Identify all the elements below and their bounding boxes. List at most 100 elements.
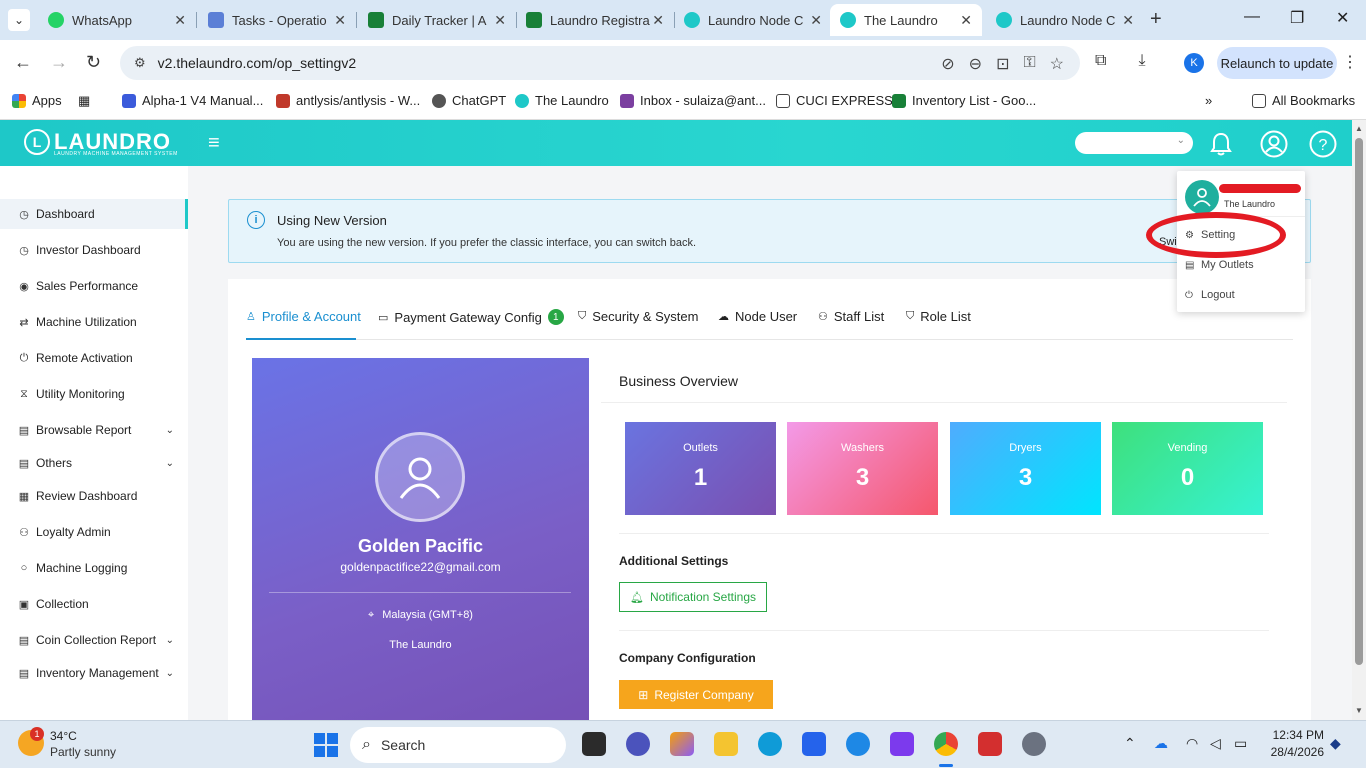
menu-item-setting[interactable]: ⚙ Setting	[1185, 229, 1235, 241]
teams-app-icon[interactable]	[626, 732, 650, 756]
menu-item-logout[interactable]: ⏻ Logout	[1185, 289, 1235, 301]
maximize-icon[interactable]: ❐	[1290, 8, 1304, 28]
app-icon[interactable]	[890, 732, 914, 756]
download-icon[interactable]: ⤓	[1138, 52, 1145, 70]
minimize-icon[interactable]: —	[1244, 8, 1260, 26]
sidebar-item-machine-utilization[interactable]: ⇄ Machine Utilization	[0, 307, 188, 337]
new-tab-icon[interactable]: +	[1150, 8, 1162, 31]
wps-app-icon[interactable]	[978, 732, 1002, 756]
grid-icon[interactable]: ▦	[78, 93, 90, 109]
bookmark-antlysis[interactable]: antlysis/antlysis - W...	[276, 93, 420, 108]
tracking-off-icon[interactable]: ⊘	[941, 54, 954, 74]
sidebar-item-browsable-report[interactable]: ▤ Browsable Report ⌄	[0, 415, 188, 445]
sidebar-item-machine-logging[interactable]: ○ Machine Logging	[0, 553, 188, 583]
tab-node-user[interactable]: ☁ Node User	[718, 309, 797, 324]
sidebar-item-others[interactable]: ▤ Others ⌄	[0, 448, 188, 478]
more-bookmarks-icon[interactable]: »	[1205, 93, 1212, 108]
bookmark-inbox[interactable]: Inbox - sulaiza@ant...	[620, 93, 766, 108]
browser-tab-laundro-registra[interactable]: Laundro Registra ✕	[516, 4, 674, 36]
password-key-icon[interactable]: ⚿	[1023, 54, 1035, 74]
gear-icon[interactable]	[1022, 732, 1046, 756]
close-tab-icon[interactable]: ✕	[810, 12, 822, 29]
terminal-app-icon[interactable]	[582, 732, 606, 756]
notification-bell-icon[interactable]: ◆	[1330, 735, 1341, 752]
notification-bell-icon[interactable]	[1206, 129, 1236, 159]
sidebar-item-utility-monitoring[interactable]: ⧖ Utility Monitoring	[0, 379, 188, 409]
switch-back-button[interactable]: Swi	[1159, 236, 1177, 248]
windows-start-icon[interactable]	[314, 733, 338, 757]
forward-icon[interactable]: →	[50, 52, 68, 73]
extensions-icon[interactable]: ⧉	[1095, 52, 1106, 70]
scroll-down-icon[interactable]: ▼	[1355, 706, 1363, 715]
scrollbar-thumb[interactable]	[1355, 138, 1363, 665]
sidebar-item-sales-performance[interactable]: ◉ Sales Performance	[0, 271, 188, 301]
tab-search-icon[interactable]: ⌄	[8, 9, 30, 31]
edge-browser-icon[interactable]	[758, 732, 782, 756]
tab-security-system[interactable]: ⛉ Security & System	[578, 309, 698, 324]
relaunch-button[interactable]: Relaunch to update	[1217, 47, 1337, 79]
browser-menu-icon[interactable]: ⋮	[1342, 52, 1358, 72]
taskbar-search[interactable]: ⌕ Search	[350, 727, 566, 763]
browser-tab-the-laundro[interactable]: The Laundro ✕	[830, 4, 982, 36]
close-tab-icon[interactable]: ✕	[960, 12, 972, 29]
register-company-button[interactable]: ⊞ Register Company	[619, 680, 773, 709]
zoom-icon[interactable]: ⊖	[969, 54, 982, 74]
laundro-logo[interactable]: L LAUNDRO LAUNDRY MACHINE MANAGEMENT SYS…	[24, 129, 177, 157]
bookmark-alpha1[interactable]: Alpha-1 V4 Manual...	[122, 93, 263, 108]
bookmark-cuci-express[interactable]: CUCI EXPRESS	[776, 93, 893, 108]
browser-tab-daily-tracker[interactable]: Daily Tracker | A ✕	[358, 4, 516, 36]
hamburger-menu-icon[interactable]: ≡	[208, 132, 220, 155]
user-account-icon[interactable]	[1259, 129, 1289, 159]
bookmark-apps[interactable]: Apps	[12, 93, 62, 108]
close-tab-icon[interactable]: ✕	[174, 12, 186, 29]
volume-icon[interactable]: ◁	[1210, 735, 1221, 752]
bookmark-inventory-list[interactable]: Inventory List - Goo...	[892, 93, 1036, 108]
bookmark-chatgpt[interactable]: ChatGPT	[432, 93, 506, 108]
browser-tab-laundro-node-2[interactable]: Laundro Node C ✕	[986, 4, 1144, 36]
install-icon[interactable]: ⊡	[996, 54, 1009, 74]
reload-icon[interactable]: ↻	[86, 52, 101, 73]
sidebar-item-coin-collection-report[interactable]: ▤ Coin Collection Report ⌄	[0, 625, 188, 655]
close-tab-icon[interactable]: ✕	[334, 12, 346, 29]
copilot-app-icon[interactable]	[670, 732, 694, 756]
chrome-app-icon[interactable]	[934, 732, 958, 756]
sidebar-item-inventory-management[interactable]: ▤ Inventory Management ⌄	[0, 658, 188, 688]
sidebar-item-investor-dashboard[interactable]: ◷ Investor Dashboard	[0, 235, 188, 265]
menu-item-my-outlets[interactable]: ▤ My Outlets	[1185, 259, 1254, 271]
sidebar-item-review-dashboard[interactable]: ▦ Review Dashboard	[0, 481, 188, 511]
sidebar-item-collection[interactable]: ▣ Collection	[0, 589, 188, 619]
sidebar-item-remote-activation[interactable]: ⏻ Remote Activation	[0, 343, 188, 373]
taskbar-date[interactable]: 28/4/2026	[1260, 745, 1324, 759]
page-scrollbar[interactable]: ▲ ▼	[1352, 120, 1366, 720]
scroll-up-icon[interactable]: ▲	[1355, 124, 1363, 133]
wifi-icon[interactable]: ◠	[1186, 735, 1198, 752]
tab-role-list[interactable]: ⛉ Role List	[906, 309, 971, 324]
help-icon[interactable]: ?	[1308, 129, 1338, 159]
cloud-icon[interactable]: ☁	[1154, 735, 1168, 752]
bookmark-star-icon[interactable]: ☆	[1050, 54, 1064, 74]
back-icon[interactable]: ←	[14, 52, 32, 73]
browser-tab-whatsapp[interactable]: WhatsApp ✕	[38, 4, 196, 36]
all-bookmarks[interactable]: All Bookmarks	[1252, 93, 1355, 108]
notification-settings-button[interactable]: 🔔︎ Notification Settings	[619, 582, 767, 612]
browser-tab-tasks[interactable]: Tasks - Operatio ✕	[198, 4, 356, 36]
close-tab-icon[interactable]: ✕	[652, 12, 664, 29]
close-tab-icon[interactable]: ✕	[494, 12, 506, 29]
browser-tab-laundro-node-1[interactable]: Laundro Node C ✕	[674, 4, 832, 36]
url-bar[interactable]: ⚙ v2.thelaundro.com/op_settingv2 ⊘ ⊖ ⊡ ⚿…	[120, 46, 1080, 80]
tab-payment-gateway-config[interactable]: ▭ Payment Gateway Config 1	[378, 309, 564, 325]
store-app-icon[interactable]	[802, 732, 826, 756]
file-explorer-icon[interactable]	[714, 732, 738, 756]
settings-app-icon[interactable]	[846, 732, 870, 756]
profile-avatar[interactable]: K	[1184, 53, 1204, 73]
chevron-up-icon[interactable]: ⌃	[1124, 735, 1136, 752]
tab-profile-account[interactable]: ♙ Profile & Account	[246, 309, 361, 324]
site-info-icon[interactable]: ⚙	[134, 55, 146, 71]
sidebar-item-loyalty-admin[interactable]: ⚇ Loyalty Admin	[0, 517, 188, 547]
battery-icon[interactable]: ▭	[1234, 735, 1247, 752]
sidebar-item-dashboard[interactable]: ◷ Dashboard	[0, 199, 188, 229]
header-select[interactable]: ⌄	[1075, 132, 1193, 154]
close-tab-icon[interactable]: ✕	[1122, 12, 1134, 29]
taskbar-time[interactable]: 12:34 PM	[1270, 728, 1324, 742]
tab-staff-list[interactable]: ⚇ Staff List	[818, 309, 884, 324]
